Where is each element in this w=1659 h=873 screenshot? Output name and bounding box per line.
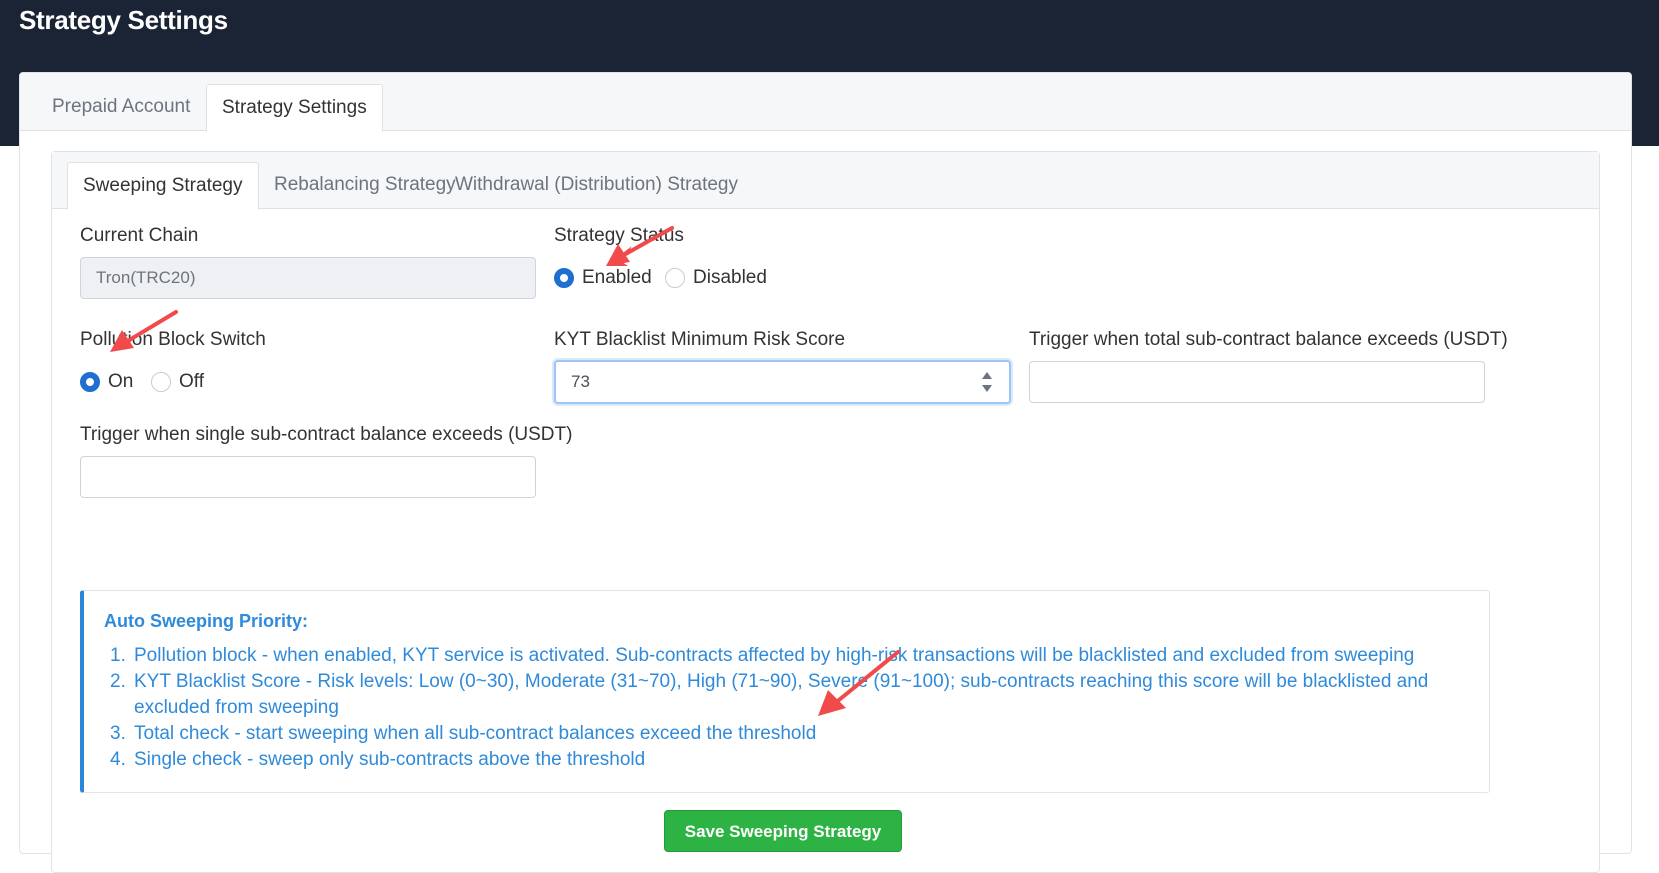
- info-item-text: Pollution block - when enabled, KYT serv…: [134, 645, 1415, 666]
- pollution-on-radio[interactable]: [80, 372, 100, 392]
- pollution-on-label[interactable]: On: [108, 368, 133, 396]
- info-item-number: 3.: [110, 723, 126, 744]
- info-item-number: 2.: [110, 671, 126, 692]
- number-spinner-icon[interactable]: [981, 371, 993, 393]
- strategy-tab-bar: Sweeping Strategy Rebalancing Strategy W…: [52, 152, 1599, 210]
- single-trigger-label: Trigger when single sub-contract balance…: [80, 424, 573, 445]
- single-trigger-input[interactable]: [80, 456, 536, 498]
- current-chain-label: Current Chain: [80, 225, 199, 246]
- tab-strategy-settings[interactable]: Strategy Settings: [206, 84, 383, 132]
- pollution-block-radio-group: On Off: [80, 368, 240, 396]
- tab-prepaid-account[interactable]: Prepaid Account: [52, 84, 190, 130]
- info-item-number: 4.: [110, 749, 126, 770]
- kyt-score-value: 73: [571, 372, 590, 391]
- info-item-text: Single check - sweep only sub-contracts …: [134, 749, 646, 770]
- total-trigger-label: Trigger when total sub-contract balance …: [1029, 329, 1508, 350]
- annotation-arrow-icon: [110, 310, 178, 352]
- info-item: 4. Single check - sweep only sub-contract…: [110, 747, 1460, 773]
- info-item-number: 1.: [110, 645, 126, 666]
- annotation-arrow-icon: [818, 650, 900, 716]
- total-trigger-input[interactable]: [1029, 361, 1485, 403]
- info-item-text: KYT Blacklist Score - Risk levels: Low (…: [134, 671, 1429, 718]
- sweeping-priority-info: Auto Sweeping Priority: 1. Pollution bloc…: [80, 590, 1490, 793]
- annotation-arrow-icon: [606, 226, 674, 266]
- kyt-score-input[interactable]: 73: [554, 360, 1011, 404]
- page-title: Strategy Settings: [19, 5, 228, 35]
- strategy-card: Sweeping Strategy Rebalancing Strategy W…: [51, 151, 1600, 873]
- tab-withdrawal-strategy[interactable]: Withdrawal (Distribution) Strategy: [455, 162, 738, 208]
- pollution-off-label[interactable]: Off: [179, 368, 204, 396]
- info-item-text: Total check - start sweeping when all su…: [134, 723, 817, 744]
- tab-rebalancing-strategy[interactable]: Rebalancing Strategy: [274, 162, 456, 208]
- status-disabled-label[interactable]: Disabled: [693, 264, 767, 292]
- tab-sweeping-strategy[interactable]: Sweeping Strategy: [67, 162, 259, 210]
- main-card: Prepaid Account Strategy Settings Sweepi…: [19, 72, 1632, 873]
- save-sweeping-strategy-button[interactable]: Save Sweeping Strategy: [664, 810, 902, 852]
- status-enabled-radio[interactable]: [554, 268, 574, 288]
- info-item: 1. Pollution block - when enabled, KYT se…: [110, 643, 1460, 669]
- info-title: Auto Sweeping Priority:: [104, 611, 309, 631]
- kyt-score-label: KYT Blacklist Minimum Risk Score: [554, 329, 846, 350]
- current-chain-field: Tron(TRC20): [80, 257, 536, 299]
- main-tab-bar: Prepaid Account Strategy Settings: [20, 73, 1631, 132]
- info-item: 3. Total check - start sweeping when all …: [110, 721, 1460, 747]
- info-list: 1. Pollution block - when enabled, KYT se…: [110, 643, 1460, 773]
- info-item: 2. KYT Blacklist Score - Risk levels: Low…: [110, 669, 1460, 721]
- pollution-off-radio[interactable]: [151, 372, 171, 392]
